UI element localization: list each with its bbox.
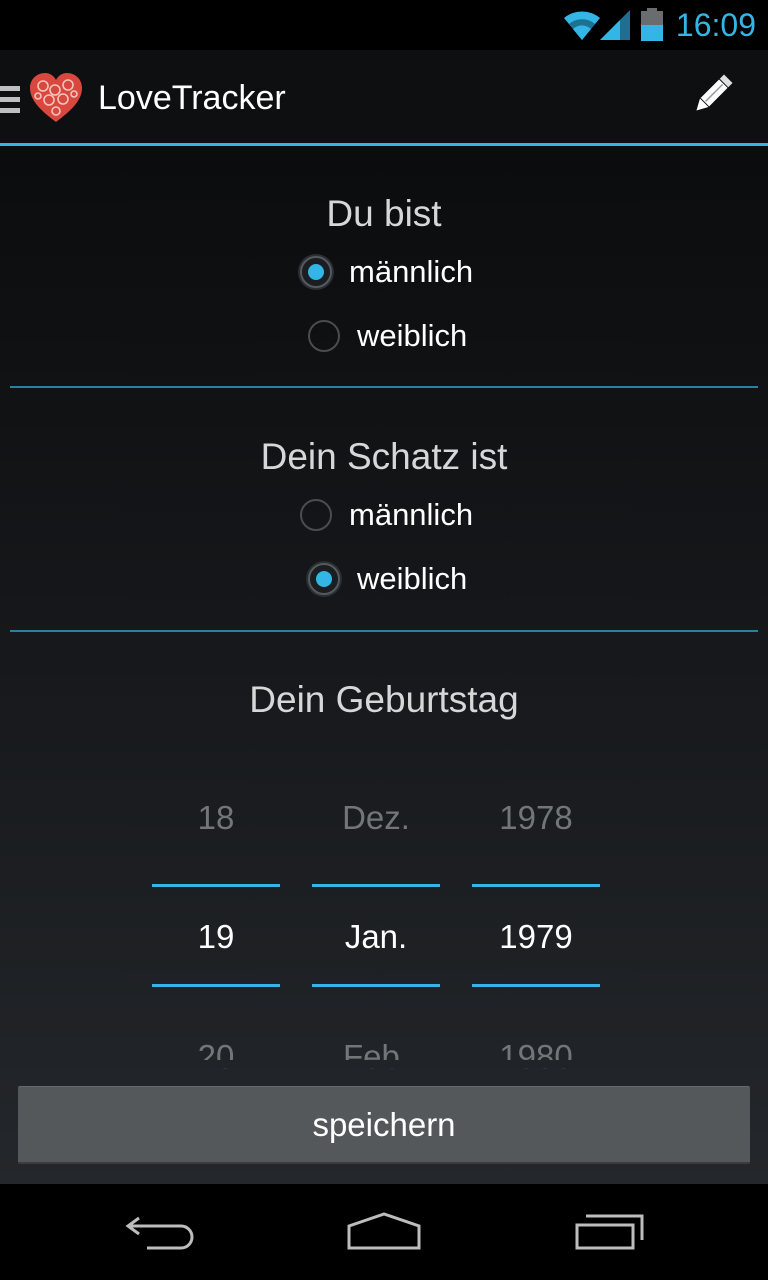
status-clock: 16:09 (675, 7, 756, 43)
radio-button-checked[interactable] (300, 256, 332, 288)
content-area: Du bist männlich weiblich Dein Schatz is… (0, 146, 768, 1184)
year-next-value[interactable]: 1980 (472, 1037, 600, 1077)
year-current-value[interactable]: 1979 (472, 917, 600, 957)
section-divider (10, 386, 758, 388)
back-button[interactable] (100, 1204, 220, 1264)
radio-partner-male[interactable]: männlich (300, 493, 473, 537)
app-title: LoveTracker (98, 79, 286, 117)
section-title-gender-self: Du bist (326, 193, 442, 234)
section-title-gender-partner: Dein Schatz ist (260, 436, 508, 477)
pencil-edit-icon (689, 72, 735, 123)
day-prev-value[interactable]: 18 (152, 798, 280, 838)
radio-self-male[interactable]: männlich (300, 250, 473, 294)
day-current-value[interactable]: 19 (152, 917, 280, 957)
month-next-value[interactable]: Feb. (312, 1037, 440, 1077)
month-current-value[interactable]: Jan. (312, 917, 440, 957)
year-prev-value[interactable]: 1978 (472, 798, 600, 838)
status-bar: 16:09 (0, 0, 768, 50)
drawer-menu-icon[interactable] (0, 86, 20, 121)
radio-partner-female[interactable]: weiblich (308, 557, 467, 601)
day-next-value[interactable]: 20 (152, 1037, 280, 1077)
picker-highlight-line (152, 884, 280, 887)
picker-highlight-line (472, 884, 600, 887)
radio-label: weiblich (357, 318, 468, 353)
edit-button[interactable] (672, 64, 752, 130)
radio-label: männlich (349, 497, 474, 532)
home-button[interactable] (324, 1204, 444, 1264)
section-title-birthday: Dein Geburtstag (249, 679, 519, 720)
wifi-icon (562, 8, 602, 47)
day-picker[interactable]: 18 19 20 (152, 776, 280, 1076)
screen: 16:09 LoveTracker Du bist männlich weibl… (0, 0, 768, 1280)
battery-icon (640, 8, 664, 47)
radio-button-unchecked[interactable] (300, 499, 332, 531)
radio-label: weiblich (357, 561, 468, 596)
action-bar: LoveTracker (0, 50, 768, 144)
radio-button-unchecked[interactable] (308, 320, 340, 352)
month-prev-value[interactable]: Dez. (312, 798, 440, 838)
month-picker[interactable]: Dez. Jan. Feb. (312, 776, 440, 1076)
save-button[interactable]: speichern (18, 1086, 750, 1164)
recent-apps-button[interactable] (550, 1204, 670, 1264)
year-picker[interactable]: 1978 1979 1980 (472, 776, 600, 1076)
back-icon (125, 1212, 195, 1257)
recent-apps-icon (574, 1212, 646, 1257)
section-divider (10, 630, 758, 632)
picker-highlight-line (152, 984, 280, 987)
radio-self-female[interactable]: weiblich (308, 314, 467, 358)
picker-highlight-line (472, 984, 600, 987)
picker-highlight-line (312, 984, 440, 987)
home-icon (346, 1211, 422, 1257)
picker-fade-edge (0, 1060, 768, 1068)
radio-button-checked[interactable] (308, 563, 340, 595)
picker-highlight-line (312, 884, 440, 887)
heart-logo-icon[interactable] (28, 72, 84, 129)
cell-signal-icon (600, 8, 632, 47)
navigation-bar (0, 1184, 768, 1280)
radio-label: männlich (349, 254, 474, 289)
